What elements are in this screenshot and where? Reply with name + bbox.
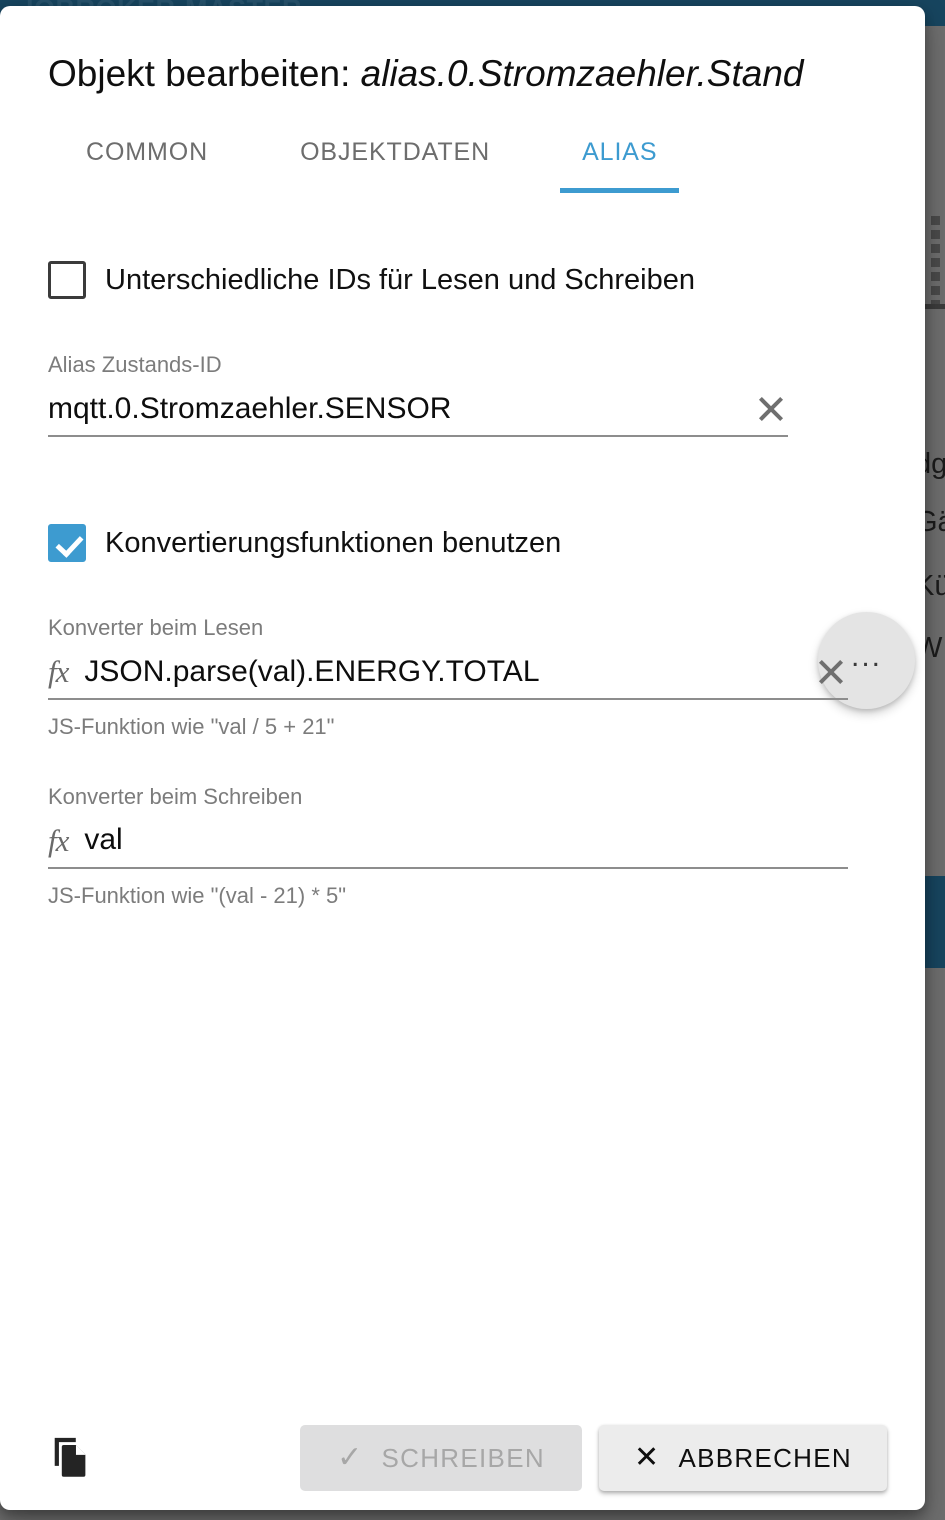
function-icon: fx (48, 822, 69, 858)
dialog-title: Objekt bearbeiten: alias.0.Stromzaehler.… (0, 6, 925, 96)
write-button[interactable]: ✓ SCHREIBEN (300, 1425, 582, 1491)
close-icon[interactable] (754, 392, 788, 426)
converter-read-help: JS-Funktion wie "val / 5 + 21" (48, 714, 335, 740)
converter-write-field: Konverter beim Schreiben fx val JS-Funkt… (48, 784, 877, 909)
alias-state-id-input[interactable]: mqtt.0.Stromzaehler.SENSOR (48, 393, 742, 425)
different-ids-label: Unterschiedliche IDs für Lesen und Schre… (105, 263, 695, 296)
copy-icon[interactable] (44, 1431, 98, 1485)
converter-read-input-row[interactable]: fx JSON.parse(val).ENERGY.TOTAL (48, 654, 848, 701)
converter-write-input[interactable]: val (84, 824, 848, 856)
use-conversion-checkbox-row[interactable]: Konvertierungsfunktionen benutzen (48, 524, 877, 563)
converter-read-input[interactable]: JSON.parse(val).ENERGY.TOTAL (84, 656, 802, 688)
close-icon: ✕ (634, 1441, 661, 1474)
converter-write-input-row[interactable]: fx val (48, 824, 848, 869)
check-icon: ✓ (337, 1441, 364, 1474)
alias-state-id-label: Alias Zustands-ID (48, 352, 222, 378)
different-ids-checkbox[interactable] (48, 261, 86, 300)
converter-write-help: JS-Funktion wie "(val - 21) * 5" (48, 882, 347, 908)
write-button-label: SCHREIBEN (381, 1442, 545, 1473)
cancel-button-label: ABBRECHEN (678, 1442, 852, 1473)
use-conversion-label: Konvertierungsfunktionen benutzen (105, 526, 562, 559)
alias-state-id-input-row[interactable]: mqtt.0.Stromzaehler.SENSOR (48, 392, 788, 438)
alias-state-id-field: Alias Zustands-ID mqtt.0.Stromzaehler.SE… (48, 352, 877, 438)
close-icon[interactable] (814, 655, 848, 689)
dialog-title-prefix: Objekt bearbeiten: (48, 53, 361, 94)
function-icon: fx (48, 654, 69, 690)
use-conversion-checkbox[interactable] (48, 524, 86, 563)
edit-object-dialog: Objekt bearbeiten: alias.0.Stromzaehler.… (0, 6, 925, 1510)
dialog-body: Unterschiedliche IDs für Lesen und Schre… (0, 182, 925, 1406)
dialog-tabs: COMMON OBJEKTDATEN ALIAS (0, 96, 925, 194)
cancel-button[interactable]: ✕ ABBRECHEN (599, 1425, 887, 1491)
different-ids-checkbox-row[interactable]: Unterschiedliche IDs für Lesen und Schre… (48, 261, 877, 300)
converter-read-label: Konverter beim Lesen (48, 615, 264, 641)
background-tree-dots-icon (931, 216, 943, 309)
dialog-title-object-id: alias.0.Stromzaehler.Stand (360, 53, 804, 94)
converter-write-label: Konverter beim Schreiben (48, 784, 303, 810)
dialog-footer: ✓ SCHREIBEN ✕ ABBRECHEN (0, 1406, 925, 1510)
converter-read-field: Konverter beim Lesen fx JSON.parse(val).… (48, 615, 877, 740)
